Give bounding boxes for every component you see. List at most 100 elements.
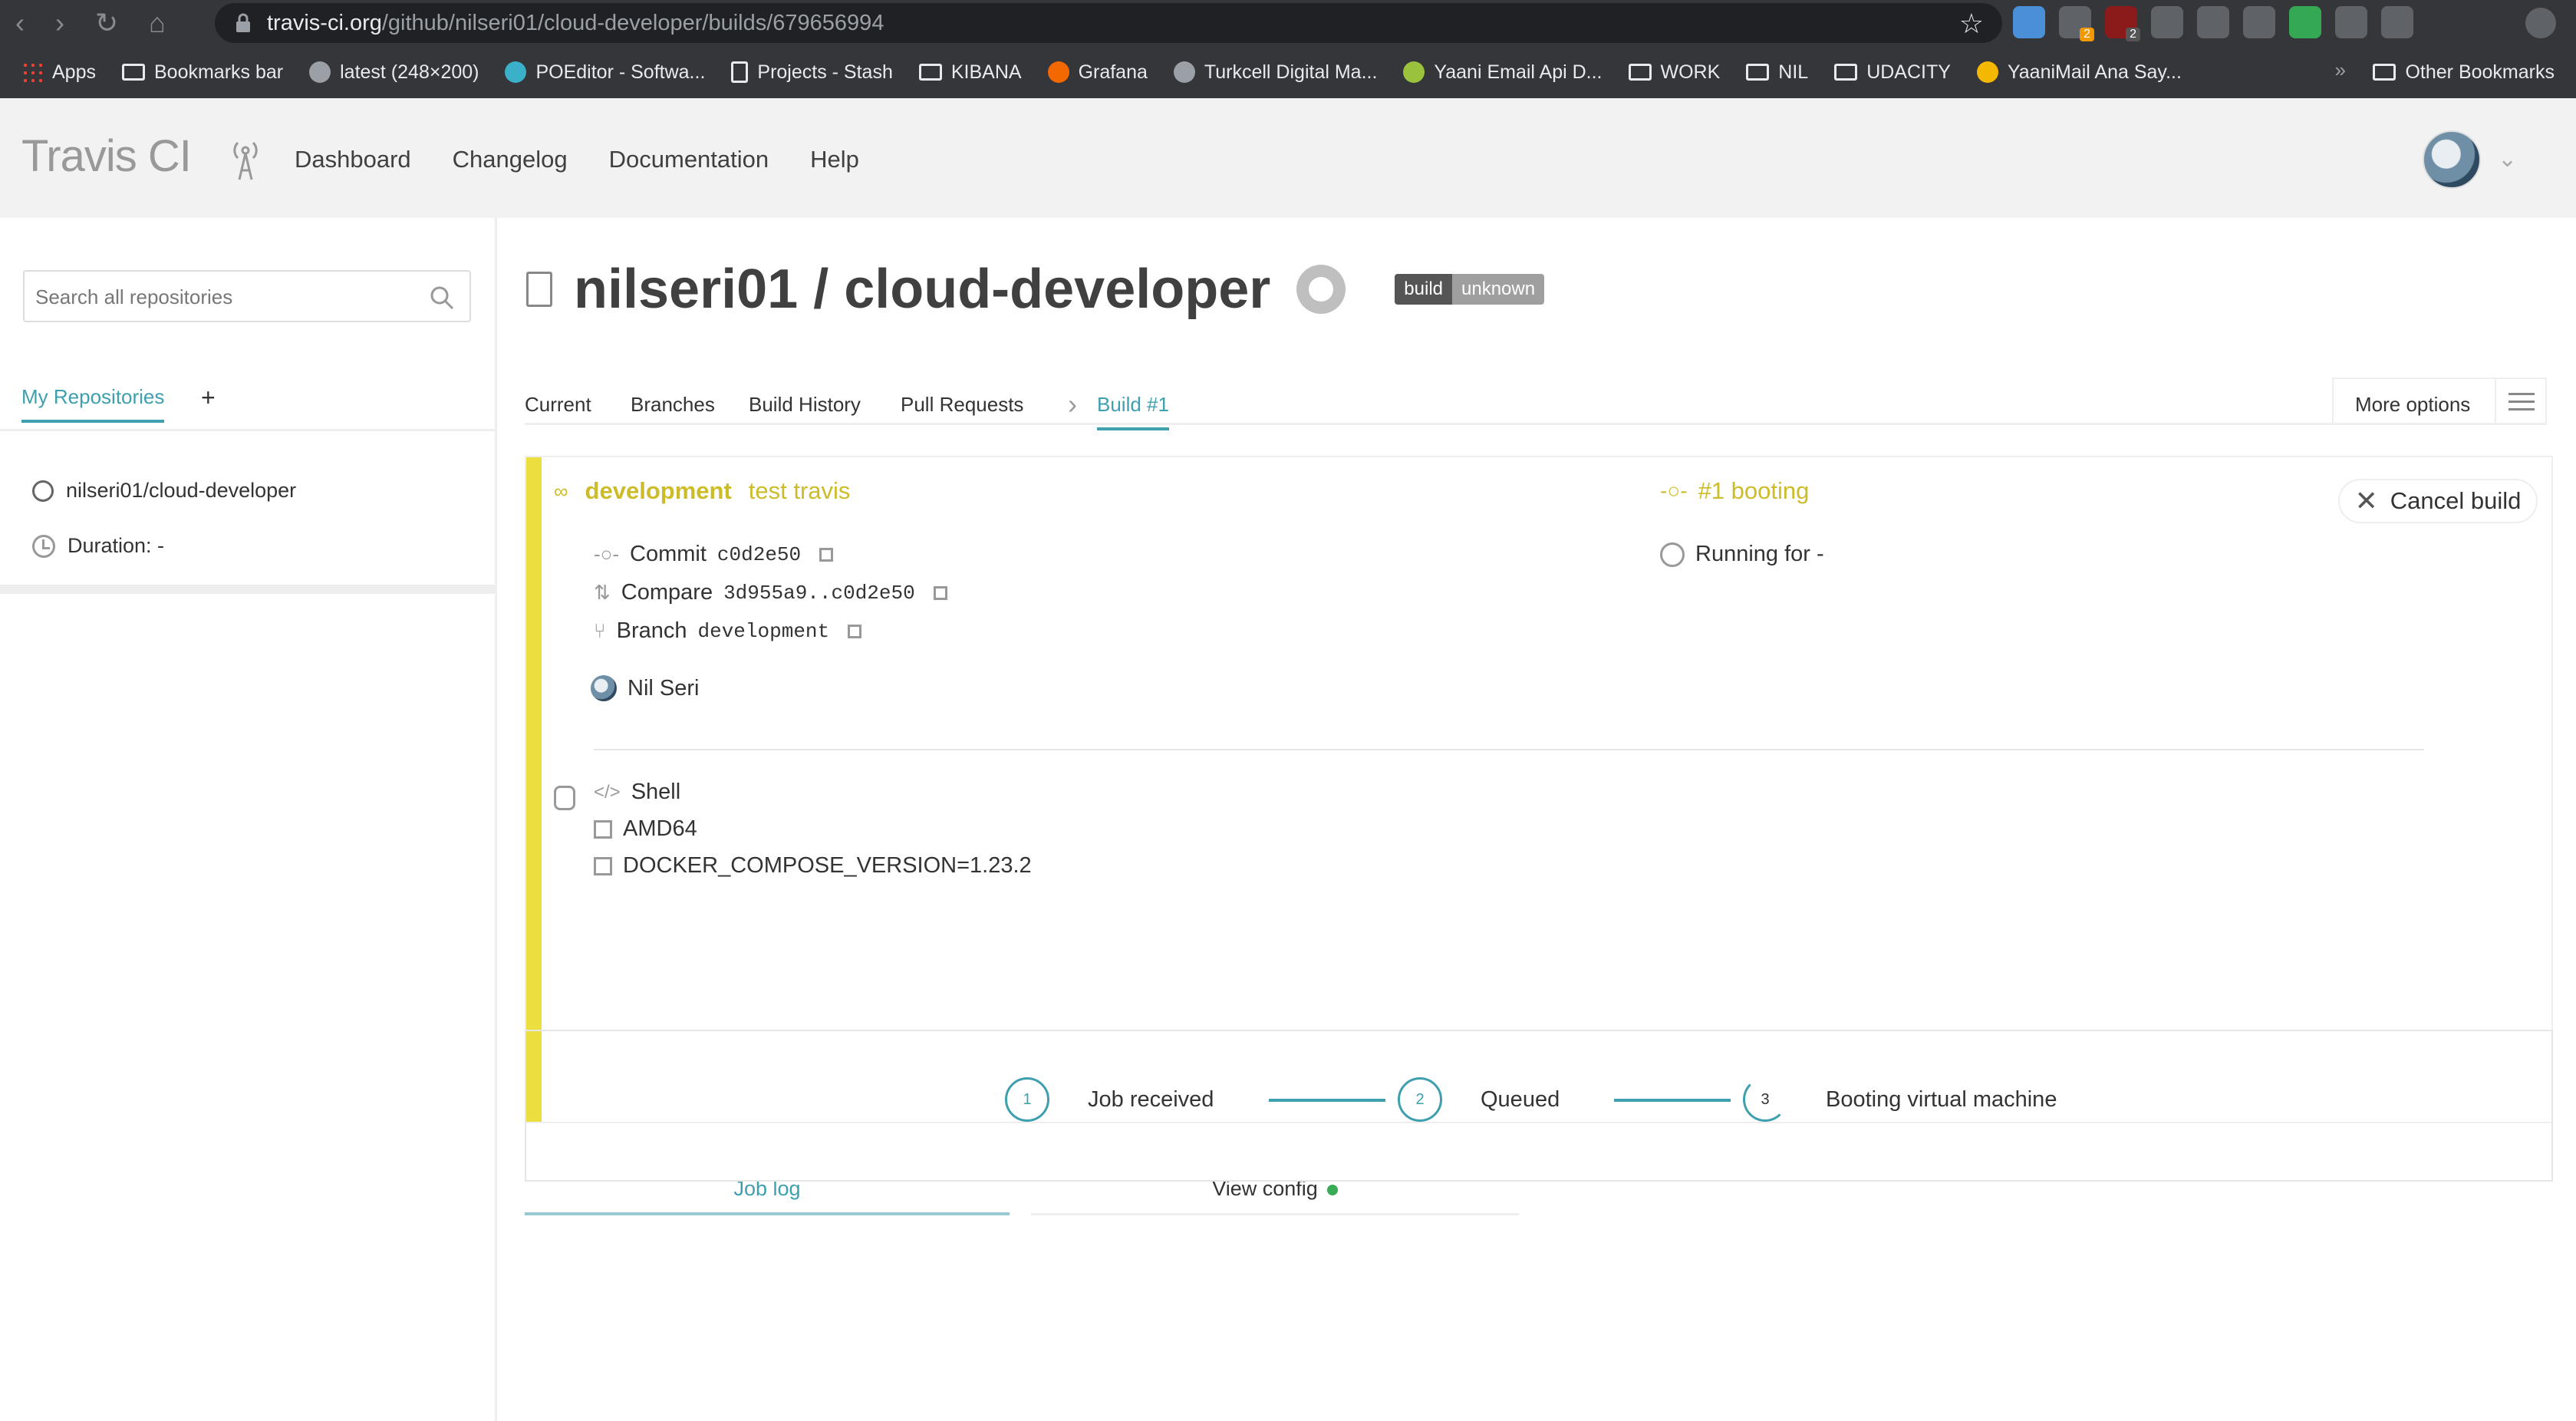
repo-header: nilseri01 / cloud-developer build unknow… — [526, 258, 1545, 321]
extension-icon[interactable]: 2 — [2059, 6, 2094, 41]
broadcast-tower-icon[interactable] — [230, 140, 261, 181]
language-row: </> Shell — [594, 780, 680, 805]
tab-my-repositories[interactable]: My Repositories — [21, 385, 165, 423]
build-status-badge[interactable]: build unknown — [1395, 274, 1545, 305]
bookmark-folder[interactable]: NIL — [1746, 61, 1808, 84]
cpu-icon — [594, 819, 612, 839]
tab-current[interactable]: Current — [525, 393, 591, 417]
address-bar[interactable]: travis-ci.org/github/nilseri01/cloud-dev… — [215, 3, 2002, 43]
duration-text: Duration: - — [68, 534, 165, 557]
card-divider — [594, 749, 2424, 750]
travis-logo[interactable]: Travis CI — [21, 130, 192, 182]
compare-link[interactable]: ⇅ Compare 3d955a9..c0d2e50 — [594, 580, 947, 605]
home-icon[interactable]: ⌂ — [149, 8, 166, 38]
config-status-dot — [1326, 1184, 1338, 1195]
browser-chrome: ‹ › ↻ ⌂ travis-ci.org/github/nilseri01/c… — [0, 0, 2576, 98]
bookmark-link[interactable]: Projects - Stash — [731, 61, 893, 84]
commit-sha: c0d2e50 — [716, 542, 802, 566]
chevron-right-icon: › — [1068, 388, 1077, 420]
bookmark-link[interactable]: Yaani Email Api D... — [1403, 61, 1603, 84]
bookmark-folder[interactable]: WORK — [1628, 61, 1720, 84]
folder-icon — [2373, 64, 2396, 81]
yaani-icon — [1976, 61, 1998, 83]
step-job-received: 1 Job received — [1005, 1077, 1214, 1122]
build-branch-row: ∞ development test travis — [554, 477, 850, 505]
checkmark-extension-icon[interactable] — [2381, 6, 2413, 38]
forward-icon[interactable]: › — [55, 8, 64, 38]
running-text: Running for - — [1695, 542, 1824, 566]
nav-documentation[interactable]: Documentation — [609, 146, 769, 173]
bookmark-link[interactable]: YaaniMail Ana Say... — [1976, 61, 2182, 84]
tab-pull-requests[interactable]: Pull Requests — [901, 393, 1023, 417]
apps-grid-icon — [21, 61, 43, 83]
external-link-icon — [848, 624, 862, 638]
bookmark-apps[interactable]: Apps — [21, 61, 96, 84]
chevron-down-icon[interactable]: ⌄ — [2498, 146, 2517, 173]
step-label: Booting virtual machine — [1826, 1086, 2057, 1112]
more-bookmarks-chevron[interactable]: » — [2335, 58, 2346, 82]
globe-icon — [309, 61, 331, 83]
commit-link[interactable]: -○- Commit c0d2e50 — [594, 542, 834, 567]
extension-icon[interactable] — [2289, 6, 2321, 38]
sidebar-divider — [0, 585, 497, 594]
ublock-extension-icon[interactable]: 2 — [2105, 6, 2140, 41]
bookmark-folder[interactable]: Bookmarks bar — [121, 61, 283, 84]
tab-build-1[interactable]: Build #1 — [1097, 393, 1169, 430]
branch-link[interactable]: ⑂ Branch development — [594, 618, 862, 644]
nav-help[interactable]: Help — [810, 146, 859, 173]
bookmark-star-icon[interactable]: ☆ — [1959, 8, 1984, 40]
address-bar-row: ‹ › ↻ ⌂ travis-ci.org/github/nilseri01/c… — [0, 0, 2576, 46]
branch-name[interactable]: development — [585, 477, 732, 505]
push-event-icon: ∞ — [554, 479, 568, 503]
sidebar-repo-item[interactable]: nilseri01/cloud-developer — [32, 479, 296, 503]
bookmark-folder[interactable]: KIBANA — [918, 61, 1022, 84]
nav-changelog[interactable]: Changelog — [453, 146, 568, 173]
external-link-icon — [933, 585, 947, 600]
commit-label: Commit — [630, 542, 707, 566]
browser-profile-icon[interactable] — [2525, 8, 2556, 38]
user-avatar[interactable] — [2423, 130, 2481, 189]
sidebar-repo-name: nilseri01/cloud-developer — [66, 479, 297, 502]
back-icon[interactable]: ‹ — [15, 8, 25, 38]
more-options-button[interactable]: More options — [2332, 378, 2547, 425]
status-circle-icon — [32, 480, 54, 502]
search-input[interactable] — [35, 282, 419, 312]
reload-icon[interactable]: ↻ — [95, 8, 118, 38]
tab-build-history[interactable]: Build History — [749, 393, 861, 417]
branch-label: Branch — [616, 618, 687, 643]
bookmark-link[interactable]: latest (248×200) — [309, 61, 479, 84]
branch-code: development — [697, 619, 830, 643]
extension-icon[interactable] — [2151, 6, 2183, 38]
build-status-stripe — [526, 457, 542, 1122]
bookmark-link[interactable]: Turkcell Digital Ma... — [1173, 61, 1377, 84]
extension-icon[interactable] — [2335, 6, 2367, 38]
cancel-build-button[interactable]: ✕ Cancel build — [2338, 479, 2538, 523]
nav-dashboard[interactable]: Dashboard — [295, 146, 411, 173]
external-link-icon — [819, 547, 834, 562]
code-icon: </> — [594, 781, 621, 803]
bookmark-link[interactable]: POEditor - Softwa... — [505, 61, 705, 84]
extension-icon[interactable] — [2243, 6, 2275, 38]
extension-icon[interactable] — [2013, 6, 2045, 38]
author-avatar — [591, 675, 617, 701]
github-icon[interactable] — [1296, 265, 1346, 314]
lock-icon — [236, 13, 250, 32]
bookmark-folder[interactable]: UDACITY — [1834, 61, 1951, 84]
folder-icon — [1628, 64, 1652, 81]
add-repository-button[interactable]: + — [201, 384, 216, 412]
extension-icon[interactable] — [2197, 6, 2229, 38]
clock-icon — [32, 534, 55, 558]
main-content: nilseri01 / cloud-developer build unknow… — [497, 218, 2576, 1421]
extension-icons: 2 2 — [2013, 6, 2413, 41]
other-bookmarks[interactable]: Other Bookmarks — [2373, 51, 2555, 94]
os-linux-icon — [554, 786, 575, 810]
tab-branches[interactable]: Branches — [631, 393, 715, 417]
build-status-text[interactable]: #1 booting — [1698, 477, 1810, 505]
repo-search — [23, 270, 471, 322]
env-text: DOCKER_COMPOSE_VERSION=1.23.2 — [623, 853, 1032, 878]
search-icon[interactable] — [428, 284, 456, 312]
stopwatch-icon — [1660, 542, 1685, 567]
compare-icon: ⇅ — [594, 581, 611, 604]
compare-label: Compare — [621, 580, 713, 605]
bookmark-link[interactable]: Grafana — [1047, 61, 1148, 84]
